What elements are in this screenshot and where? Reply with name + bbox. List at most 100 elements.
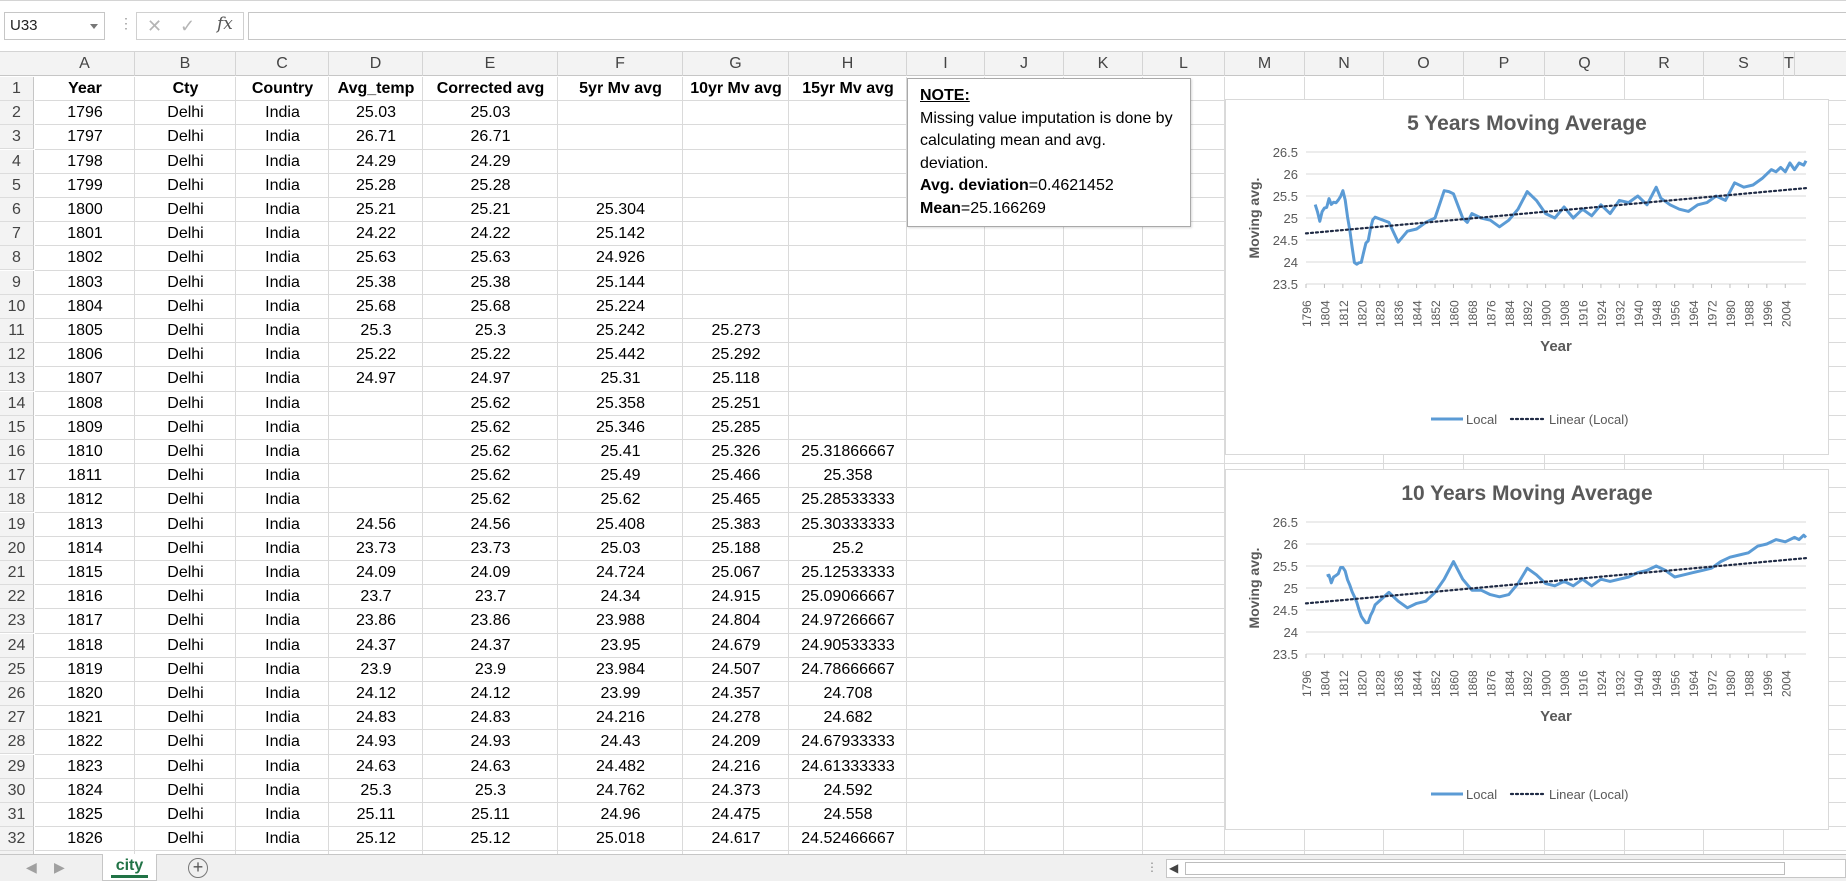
cell-h[interactable]: [789, 392, 907, 416]
cell-e[interactable]: 25.62: [423, 392, 558, 416]
cell-e[interactable]: 25.63: [423, 246, 558, 270]
chevron-down-icon[interactable]: [90, 24, 98, 29]
cell-h[interactable]: [789, 271, 907, 295]
cell-f[interactable]: 25.62: [558, 488, 683, 512]
cell-c[interactable]: India: [236, 343, 329, 367]
cell-d[interactable]: 23.73: [329, 537, 423, 561]
cell-c[interactable]: India: [236, 174, 329, 198]
cell-c[interactable]: India: [236, 319, 329, 343]
cell-c[interactable]: India: [236, 706, 329, 730]
cell-c[interactable]: India: [236, 827, 329, 851]
cell-h[interactable]: [789, 198, 907, 222]
cell-f[interactable]: 25.346: [558, 416, 683, 440]
cell-h[interactable]: 25.2: [789, 537, 907, 561]
row-header-19[interactable]: 19: [0, 512, 34, 537]
cell-g[interactable]: 25.292: [683, 343, 789, 367]
cell-d[interactable]: [329, 488, 423, 512]
cell-c[interactable]: India: [236, 222, 329, 246]
cell-h[interactable]: [789, 343, 907, 367]
sheet-tab-city[interactable]: city: [102, 854, 157, 881]
cell-g[interactable]: [683, 198, 789, 222]
cell-g[interactable]: [683, 150, 789, 174]
cell-b[interactable]: Delhi: [135, 634, 236, 658]
cell-a[interactable]: 1804: [35, 295, 135, 319]
row-header-17[interactable]: 17: [0, 464, 34, 489]
cell-c[interactable]: India: [236, 779, 329, 803]
cell-b[interactable]: Delhi: [135, 295, 236, 319]
cell-d[interactable]: 24.83: [329, 706, 423, 730]
row-header-14[interactable]: 14: [0, 391, 34, 416]
cell-e[interactable]: 25.68: [423, 295, 558, 319]
column-header-l[interactable]: L: [1143, 52, 1225, 76]
cancel-icon[interactable]: ✕: [147, 15, 162, 37]
cell-d[interactable]: 25.3: [329, 319, 423, 343]
cell-e[interactable]: 24.97: [423, 367, 558, 391]
cell-a[interactable]: 1805: [35, 319, 135, 343]
row-header-10[interactable]: 10: [0, 294, 34, 319]
cell-e[interactable]: 23.86: [423, 609, 558, 633]
header-cell-h[interactable]: 15yr Mv avg: [789, 77, 907, 101]
cell-h[interactable]: 24.67933333: [789, 730, 907, 754]
column-header-q[interactable]: Q: [1545, 52, 1625, 76]
cell-g[interactable]: 24.617: [683, 827, 789, 851]
cell-b[interactable]: Delhi: [135, 319, 236, 343]
row-header-15[interactable]: 15: [0, 415, 34, 440]
cell-h[interactable]: 24.708: [789, 682, 907, 706]
cell-e[interactable]: 26.71: [423, 125, 558, 149]
cell-g[interactable]: 25.383: [683, 513, 789, 537]
cell-c[interactable]: India: [236, 392, 329, 416]
cell-c[interactable]: India: [236, 730, 329, 754]
cell-f[interactable]: 23.988: [558, 609, 683, 633]
cell-e[interactable]: 23.73: [423, 537, 558, 561]
cell-d[interactable]: 24.22: [329, 222, 423, 246]
cell-g[interactable]: 25.465: [683, 488, 789, 512]
cell-d[interactable]: 24.93: [329, 730, 423, 754]
cell-g[interactable]: 24.804: [683, 609, 789, 633]
header-cell-f[interactable]: 5yr Mv avg: [558, 77, 683, 101]
cell-e[interactable]: 25.38: [423, 271, 558, 295]
cell-c[interactable]: India: [236, 125, 329, 149]
cell-f[interactable]: [558, 101, 683, 125]
scrollbar-thumb[interactable]: [1185, 862, 1785, 875]
cell-f[interactable]: 23.99: [558, 682, 683, 706]
cell-e[interactable]: 24.56: [423, 513, 558, 537]
scroll-right-icon[interactable]: ▶: [54, 859, 65, 876]
column-header-p[interactable]: P: [1464, 52, 1545, 76]
cell-g[interactable]: [683, 295, 789, 319]
cell-f[interactable]: 24.43: [558, 730, 683, 754]
cell-e[interactable]: 25.21: [423, 198, 558, 222]
cell-a[interactable]: 1819: [35, 658, 135, 682]
column-header-a[interactable]: A: [35, 52, 135, 76]
cell-f[interactable]: [558, 150, 683, 174]
cell-f[interactable]: 25.41: [558, 440, 683, 464]
cell-b[interactable]: Delhi: [135, 561, 236, 585]
cell-a[interactable]: 1800: [35, 198, 135, 222]
cell-d[interactable]: 23.86: [329, 609, 423, 633]
cell-h[interactable]: [789, 101, 907, 125]
cell-b[interactable]: Delhi: [135, 101, 236, 125]
cell-c[interactable]: India: [236, 803, 329, 827]
row-header-24[interactable]: 24: [0, 633, 34, 658]
cell-a[interactable]: 1798: [35, 150, 135, 174]
cell-h[interactable]: [789, 150, 907, 174]
cell-b[interactable]: Delhi: [135, 658, 236, 682]
cell-c[interactable]: India: [236, 367, 329, 391]
row-header-13[interactable]: 13: [0, 367, 34, 392]
cell-g[interactable]: 24.475: [683, 803, 789, 827]
cell-f[interactable]: 24.482: [558, 755, 683, 779]
header-cell-c[interactable]: Country: [236, 77, 329, 101]
cell-g[interactable]: [683, 101, 789, 125]
cell-c[interactable]: India: [236, 513, 329, 537]
name-box[interactable]: U33: [4, 12, 105, 40]
cell-h[interactable]: 25.09066667: [789, 585, 907, 609]
cell-f[interactable]: 23.95: [558, 634, 683, 658]
cell-a[interactable]: 1816: [35, 585, 135, 609]
add-sheet-icon[interactable]: +: [188, 858, 208, 878]
cell-h[interactable]: 24.90533333: [789, 634, 907, 658]
scroll-left-icon[interactable]: ◀: [26, 859, 37, 876]
cell-h[interactable]: [789, 125, 907, 149]
cell-d[interactable]: [329, 440, 423, 464]
cell-h[interactable]: [789, 295, 907, 319]
column-header-f[interactable]: F: [558, 52, 683, 76]
cell-g[interactable]: 25.273: [683, 319, 789, 343]
